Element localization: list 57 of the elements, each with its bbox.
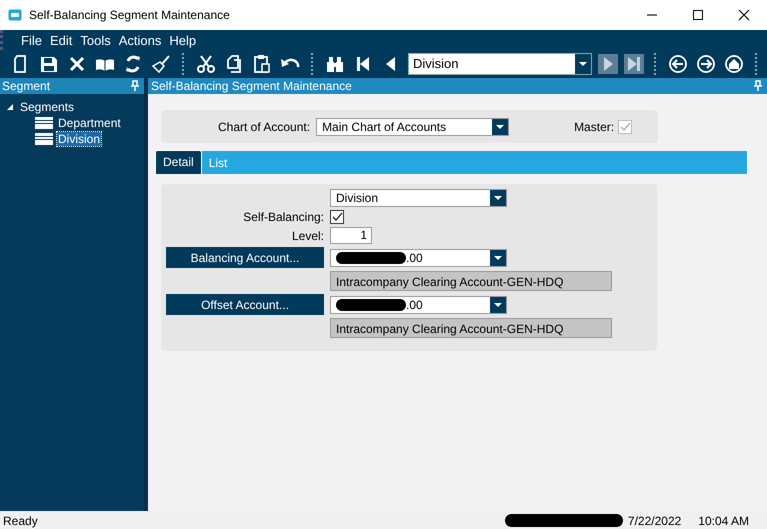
expanded-arrow-icon[interactable] bbox=[5, 102, 15, 112]
caret-icon bbox=[494, 302, 502, 306]
status-time: 10:04 AM bbox=[698, 514, 749, 528]
forward-arrow-button[interactable] bbox=[695, 52, 717, 74]
scissors-icon bbox=[196, 54, 216, 74]
account-dropdown[interactable]: .00 bbox=[330, 296, 507, 314]
tree-item[interactable]: Segments bbox=[19, 100, 76, 114]
back-arrow-button[interactable] bbox=[667, 52, 689, 74]
checkbox[interactable] bbox=[330, 210, 344, 224]
panel-title: Self-Balancing Segment Maintenance bbox=[151, 79, 352, 93]
account-lookup-button[interactable]: Offset Account... bbox=[166, 294, 324, 315]
caret-icon bbox=[494, 196, 502, 200]
app-icon bbox=[8, 9, 22, 21]
status-date: 7/22/2022 bbox=[628, 514, 682, 528]
broom-icon bbox=[151, 54, 171, 74]
field-label: Level: bbox=[290, 228, 324, 242]
copy-icon bbox=[224, 54, 244, 74]
chart-of-account-dropdown[interactable]: Main Chart of Accounts bbox=[316, 118, 510, 136]
clipboard-icon bbox=[252, 54, 272, 74]
broom-button[interactable] bbox=[150, 52, 172, 74]
maximize-icon[interactable] bbox=[690, 7, 706, 23]
folder-icon bbox=[35, 116, 53, 130]
home-icon bbox=[724, 54, 744, 74]
level-input[interactable]: 1 bbox=[330, 227, 372, 244]
field-label: Chart of Account: bbox=[218, 120, 310, 134]
segment-dropdown[interactable]: Division bbox=[330, 189, 507, 207]
account-description: Intracompany Clearing Account-GEN-HDQ bbox=[330, 271, 612, 291]
panel-title: Segment bbox=[2, 79, 50, 93]
field-label: Self-Balancing: bbox=[242, 210, 324, 224]
tree-item[interactable]: Department bbox=[57, 116, 122, 130]
pin-icon[interactable] bbox=[753, 80, 763, 92]
record-dropdown[interactable]: Division bbox=[408, 52, 592, 74]
pin-icon[interactable] bbox=[130, 80, 140, 92]
account-dropdown[interactable]: .00 bbox=[330, 248, 507, 266]
home-button[interactable] bbox=[723, 52, 745, 74]
menu-item[interactable]: File bbox=[17, 32, 46, 48]
clipboard-button[interactable] bbox=[251, 52, 273, 74]
field-label: Master: bbox=[574, 120, 614, 134]
folder-icon bbox=[35, 132, 53, 146]
menu-item[interactable]: Edit bbox=[46, 32, 76, 48]
tree-item[interactable]: Division bbox=[57, 132, 102, 146]
caret-icon bbox=[494, 256, 502, 260]
caret-icon bbox=[496, 124, 504, 128]
menu-item[interactable]: Tools bbox=[76, 32, 115, 48]
tab[interactable]: Detail bbox=[155, 150, 202, 174]
account-lookup-button[interactable]: Balancing Account... bbox=[166, 247, 324, 268]
status-text: Ready bbox=[3, 514, 38, 528]
menu-item[interactable]: Actions bbox=[114, 32, 166, 48]
checkmark-icon bbox=[331, 211, 343, 223]
window-title: Self-Balancing Segment Maintenance bbox=[29, 8, 231, 22]
close-icon[interactable] bbox=[736, 7, 752, 23]
caret-icon bbox=[579, 62, 587, 66]
scissors-button[interactable] bbox=[195, 52, 217, 74]
checkmark-icon bbox=[619, 120, 632, 132]
refresh-icon bbox=[123, 54, 143, 74]
account-description: Intracompany Clearing Account-GEN-HDQ bbox=[330, 318, 612, 338]
menu-item[interactable]: Help bbox=[165, 32, 200, 48]
